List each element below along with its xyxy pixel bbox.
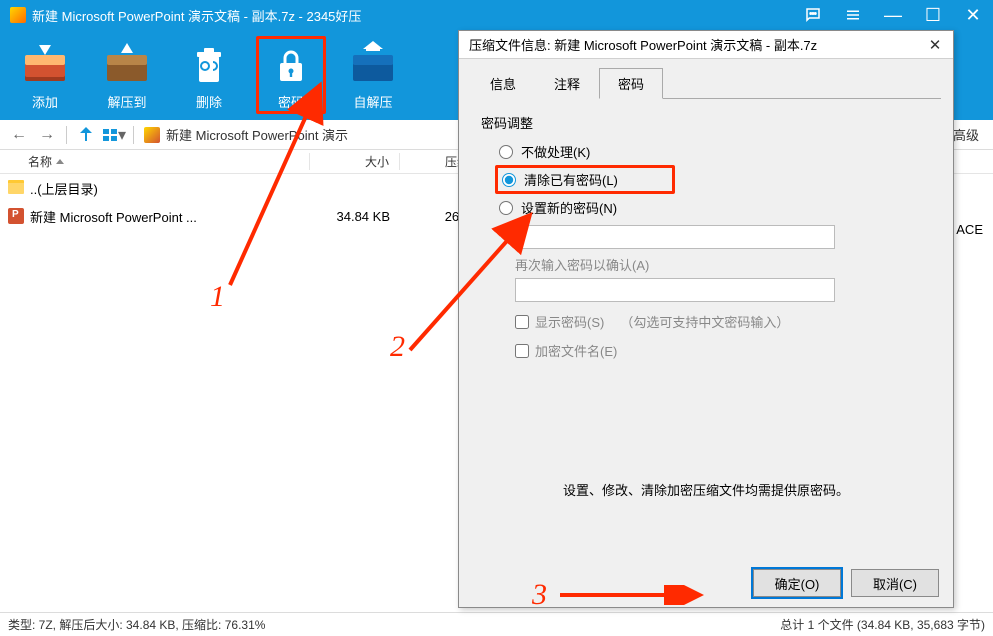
- col-name[interactable]: 名称: [0, 153, 310, 170]
- close-button[interactable]: ✕: [953, 0, 993, 30]
- checkbox-input[interactable]: [515, 315, 529, 329]
- tab-info[interactable]: 信息: [471, 68, 535, 99]
- checkbox-input[interactable]: [515, 344, 529, 358]
- window-buttons: — ☐ ✕: [793, 0, 993, 30]
- menu-icon[interactable]: [833, 0, 873, 30]
- window-title: 新建 Microsoft PowerPoint 演示文稿 - 副本.7z - 2…: [32, 6, 793, 25]
- password-confirm-input[interactable]: [515, 278, 835, 302]
- confirm-hint: 再次输入密码以确认(A): [515, 255, 931, 274]
- delete-label: 删除: [196, 92, 222, 111]
- radio-input[interactable]: [502, 173, 516, 187]
- encrypt-filename-checkbox[interactable]: 加密文件名(E): [515, 341, 931, 360]
- dialog-close-button[interactable]: ✕: [923, 35, 947, 55]
- dialog-titlebar: 压缩文件信息: 新建 Microsoft PowerPoint 演示文稿 - 副…: [459, 31, 953, 59]
- extract-label: 解压到: [107, 92, 146, 111]
- show-password-hint: （勾选可支持中文密码输入）: [620, 312, 789, 331]
- dialog-note: 设置、修改、清除加密压缩文件均需提供原密码。: [481, 480, 931, 499]
- row-name: ..(上层目录): [30, 179, 98, 198]
- col-size[interactable]: 大小: [310, 153, 400, 170]
- delete-button[interactable]: 删除: [174, 36, 244, 114]
- add-label: 添加: [32, 92, 58, 111]
- dialog-title: 压缩文件信息: 新建 Microsoft PowerPoint 演示文稿 - 副…: [469, 35, 923, 54]
- feedback-icon[interactable]: [793, 0, 833, 30]
- back-button[interactable]: ←: [6, 123, 32, 147]
- radio-clear-password[interactable]: 清除已有密码(L): [495, 165, 675, 194]
- sfx-icon: [351, 44, 395, 88]
- titlebar: 新建 Microsoft PowerPoint 演示文稿 - 副本.7z - 2…: [0, 0, 993, 30]
- separator: [133, 126, 134, 144]
- show-password-checkbox[interactable]: 显示密码(S) （勾选可支持中文密码输入）: [515, 312, 931, 331]
- dialog-footer: 确定(O) 取消(C): [753, 569, 939, 597]
- add-icon: [23, 44, 67, 88]
- delete-icon: [187, 44, 231, 88]
- row-name: 新建 Microsoft PowerPoint ...: [30, 207, 197, 226]
- status-bar: 类型: 7Z, 解压后大小: 34.84 KB, 压缩比: 76.31% 总计 …: [0, 612, 993, 636]
- sfx-label: 自解压: [353, 92, 392, 111]
- radio-input[interactable]: [499, 145, 513, 159]
- radio-input[interactable]: [499, 201, 513, 215]
- extract-icon: [105, 44, 149, 88]
- separator: [66, 126, 67, 144]
- up-button[interactable]: [73, 123, 99, 147]
- app-icon: [10, 7, 26, 23]
- password-label: 密码: [278, 92, 304, 111]
- group-title: 密码调整: [481, 113, 931, 132]
- password-button[interactable]: 密码: [256, 36, 326, 114]
- sfx-button[interactable]: 自解压: [338, 36, 408, 114]
- radio-no-change[interactable]: 不做处理(K): [495, 140, 931, 163]
- view-button[interactable]: ▾: [101, 123, 127, 147]
- status-left: 类型: 7Z, 解压后大小: 34.84 KB, 压缩比: 76.31%: [8, 616, 265, 633]
- cancel-button[interactable]: 取消(C): [851, 569, 939, 597]
- archive-icon: [144, 127, 160, 143]
- trail-label: ACE: [956, 222, 983, 237]
- sort-asc-icon: [56, 159, 64, 164]
- add-button[interactable]: 添加: [10, 36, 80, 114]
- maximize-button[interactable]: ☐: [913, 0, 953, 30]
- password-icon: [269, 44, 313, 88]
- dialog-tabs: 信息 注释 密码: [471, 67, 941, 99]
- status-right: 总计 1 个文件 (34.84 KB, 35,683 字节): [780, 616, 985, 633]
- tab-comment[interactable]: 注释: [535, 68, 599, 99]
- row-size: 34.84 KB: [310, 209, 400, 224]
- ok-button[interactable]: 确定(O): [753, 569, 841, 597]
- password-group: 密码调整 不做处理(K) 清除已有密码(L) 设置新的密码(N) 再次输入密码以…: [471, 113, 941, 499]
- forward-button[interactable]: →: [34, 123, 60, 147]
- archive-info-dialog: 压缩文件信息: 新建 Microsoft PowerPoint 演示文稿 - 副…: [458, 30, 954, 608]
- tab-password[interactable]: 密码: [599, 68, 663, 99]
- ppt-icon: [8, 208, 24, 224]
- minimize-button[interactable]: —: [873, 0, 913, 30]
- folder-icon: [8, 180, 24, 196]
- extract-button[interactable]: 解压到: [92, 36, 162, 114]
- radio-set-password[interactable]: 设置新的密码(N): [495, 196, 931, 219]
- password-input[interactable]: [515, 225, 835, 249]
